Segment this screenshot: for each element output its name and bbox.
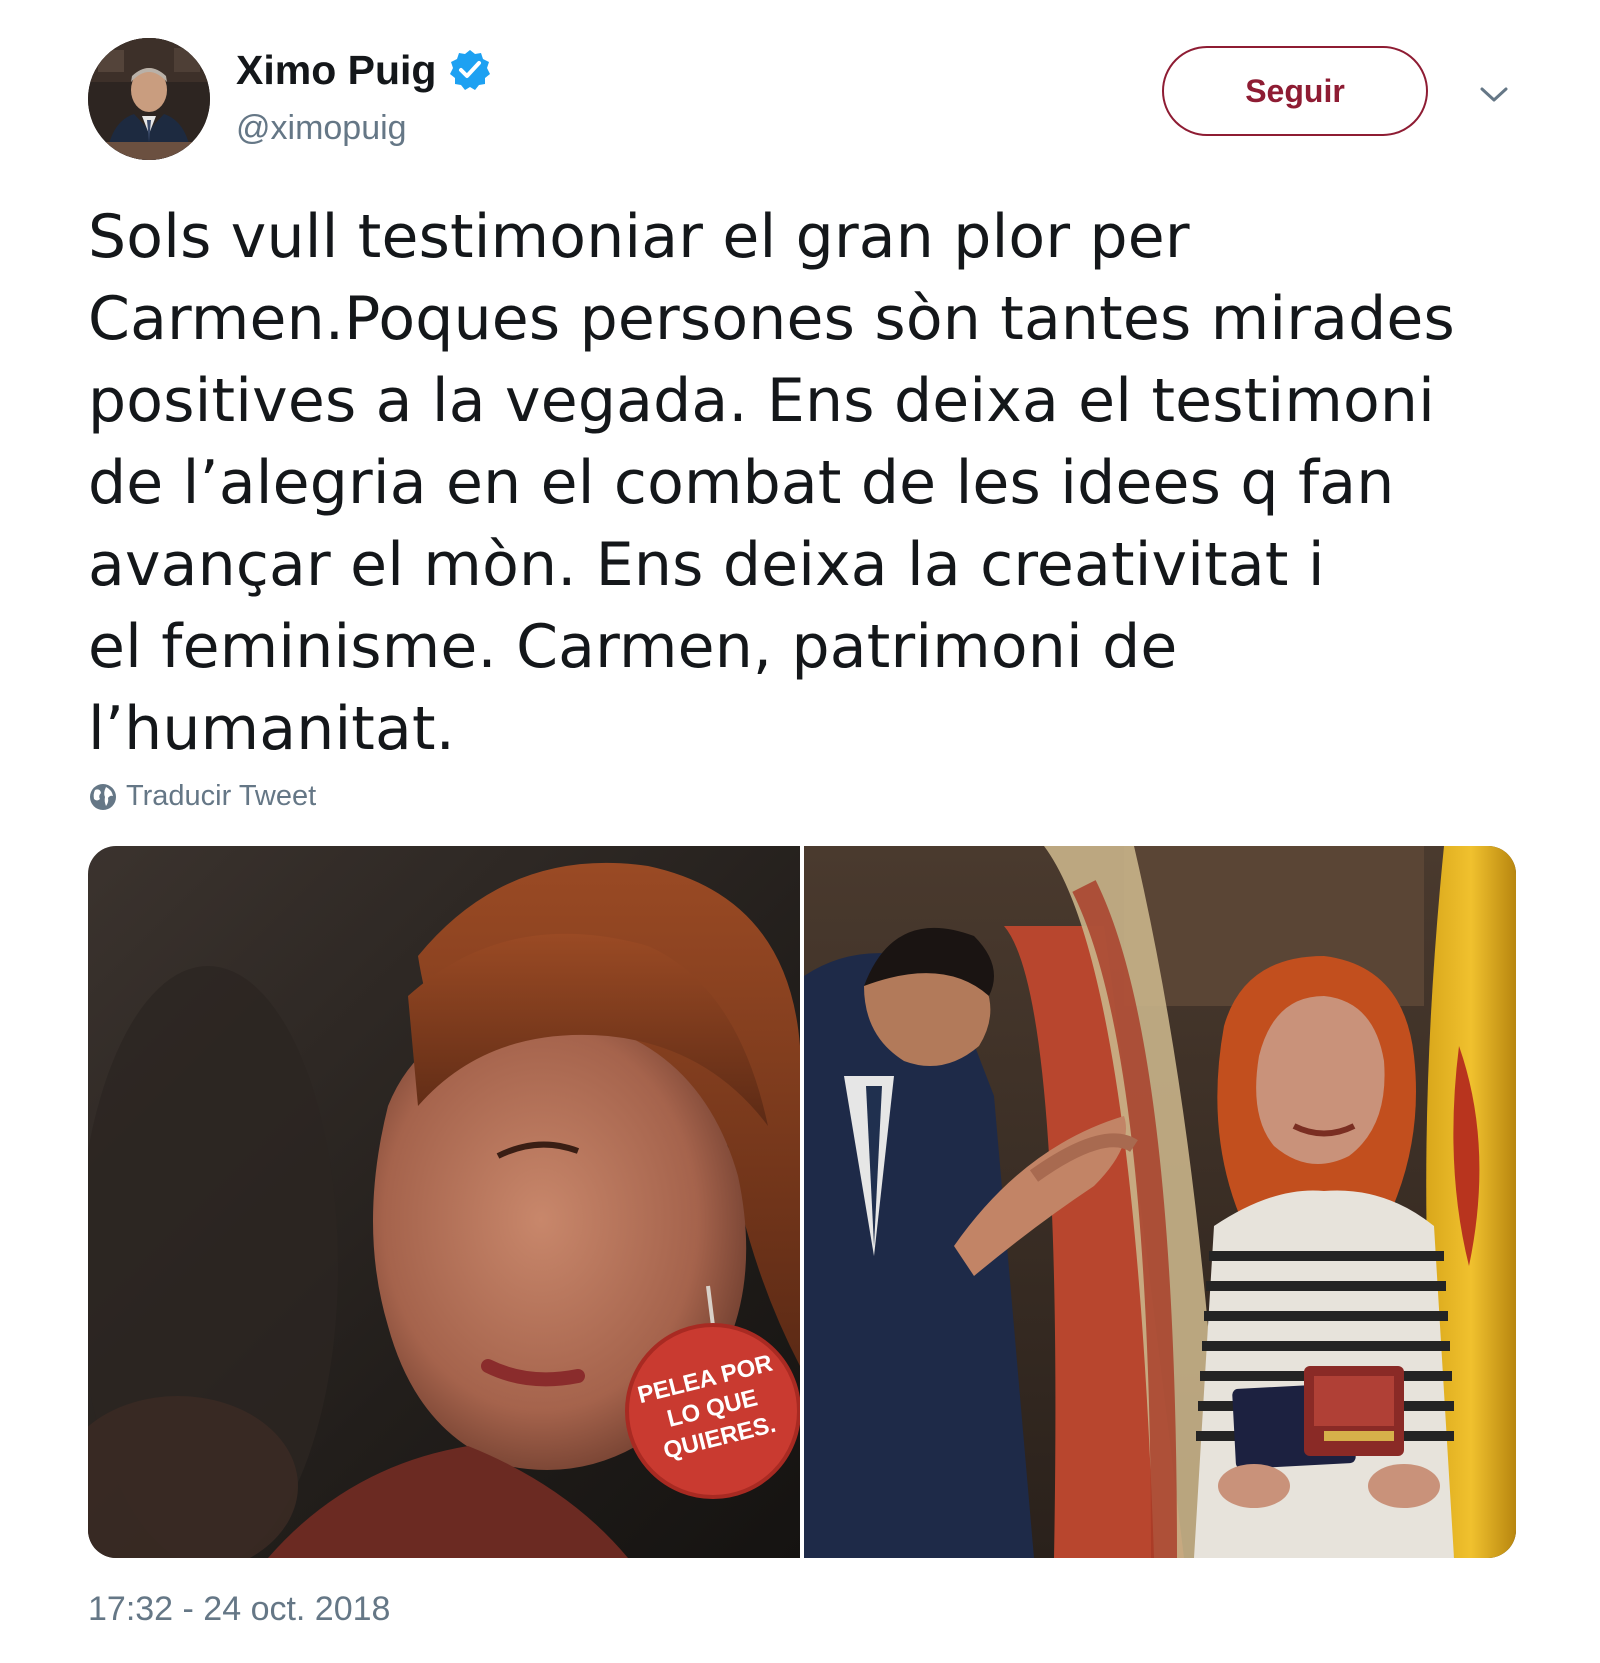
translate-label: Traducir Tweet xyxy=(126,780,317,812)
translate-tweet-link[interactable]: Traducir Tweet xyxy=(88,780,316,813)
tweet-text-line: avançar el mòn. Ens deixa la creativitat… xyxy=(88,530,1325,600)
author-handle[interactable]: @ximopuig xyxy=(236,106,407,150)
follow-button[interactable]: Seguir xyxy=(1162,46,1428,136)
tweet-text-line: l’humanitat. xyxy=(88,694,455,764)
avatar-image xyxy=(88,38,210,160)
tweet-text-line: Sols vull testimoniar el gran plor per xyxy=(88,202,1190,272)
tweet-text-line: el feminisme. Carmen, patrimoni de xyxy=(88,612,1178,682)
tweet-text-line: positives a la vegada. Ens deixa el test… xyxy=(88,366,1435,436)
photo-woman-with-badge[interactable]: PELEA POR LO QUE QUIERES. xyxy=(88,846,800,1558)
tweet-text-line: de l’alegria en el combat de les idees q… xyxy=(88,448,1395,518)
photo-right-image xyxy=(804,846,1516,1558)
photo-left-image: PELEA POR LO QUE QUIERES. xyxy=(88,846,800,1558)
tweet-menu-button[interactable] xyxy=(1474,78,1514,112)
verified-badge-icon xyxy=(450,50,491,90)
photo-award-ceremony[interactable] xyxy=(804,846,1516,1558)
display-name[interactable]: Ximo Puig xyxy=(236,44,492,96)
tweet-text-line: Carmen.Poques persones sòn tantes mirade… xyxy=(88,284,1455,354)
avatar[interactable] xyxy=(88,38,210,160)
tweet-text: Sols vull testimoniar el gran plor per C… xyxy=(88,196,1528,770)
media-grid: PELEA POR LO QUE QUIERES. xyxy=(88,846,1516,1558)
chevron-down-icon xyxy=(1480,87,1508,102)
globe-icon xyxy=(90,783,116,810)
tweet-timestamp[interactable]: 17:32 - 24 oct. 2018 xyxy=(88,1590,390,1629)
author-name: Ximo Puig xyxy=(236,47,437,93)
